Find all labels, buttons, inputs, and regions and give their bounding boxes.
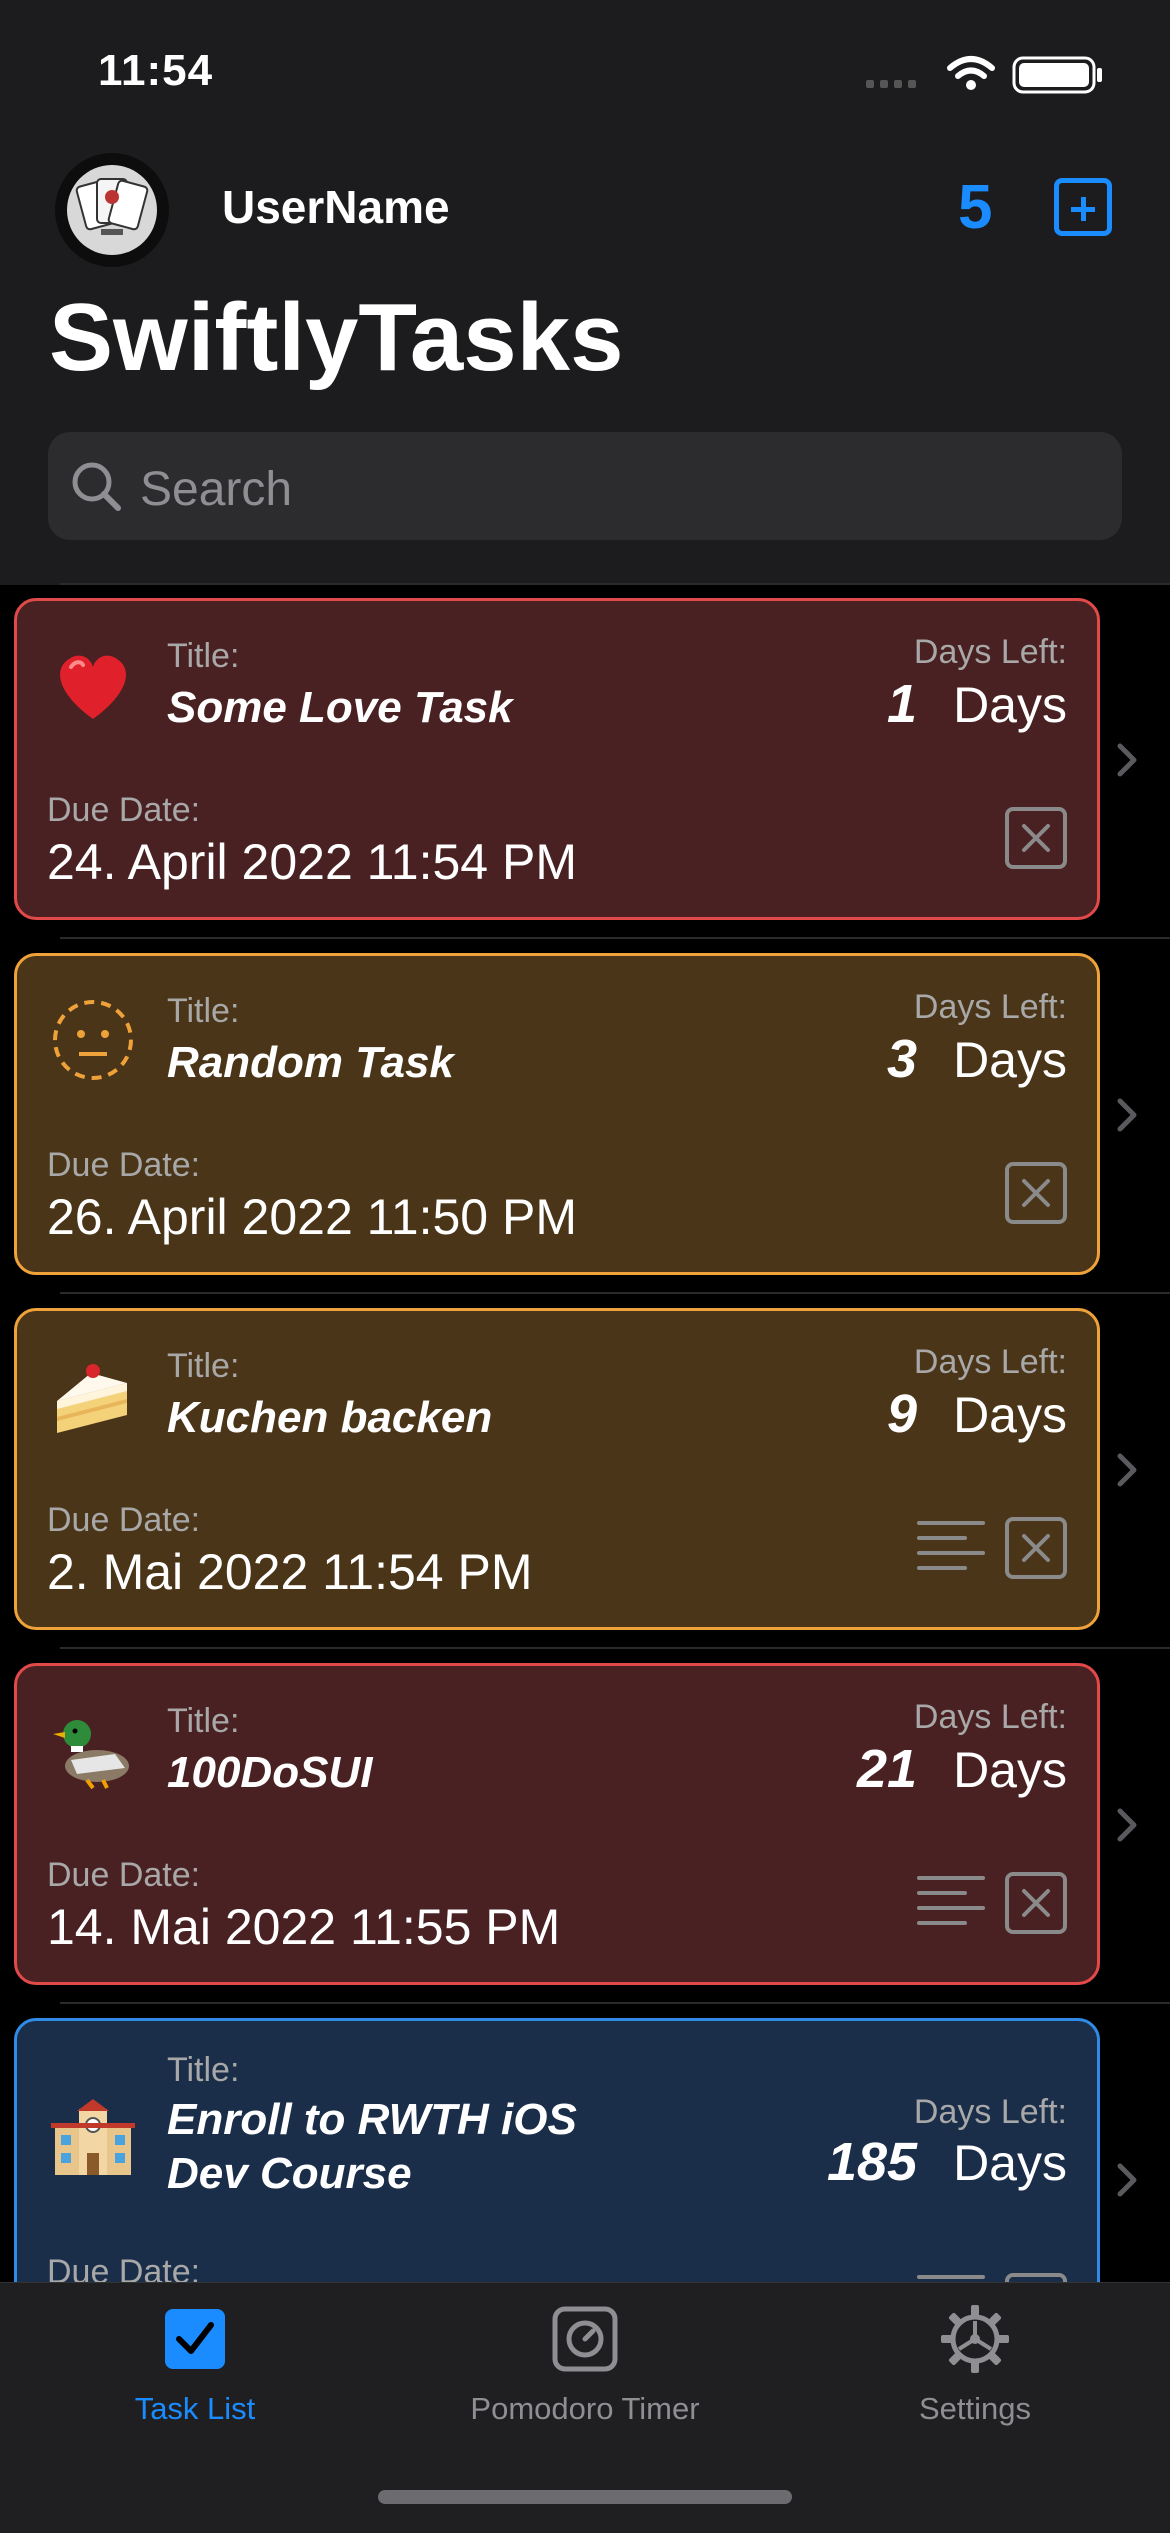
dotted-face-emoji	[53, 1000, 133, 1080]
task-card[interactable]: Title: Some Love Task Days Left: 1 Days Due D…	[14, 598, 1100, 920]
chevron-right-icon[interactable]	[1108, 2160, 1148, 2200]
title-label: Title:	[167, 1702, 240, 1740]
tab-label: Task List	[134, 2391, 256, 2426]
days-left-label: Days Left:	[913, 2093, 1067, 2131]
delete-task-button[interactable]	[1005, 1162, 1067, 1224]
status-icons	[866, 56, 1102, 94]
close-icon	[1022, 1534, 1050, 1562]
tab-label: Pomodoro Timer	[470, 2391, 700, 2426]
due-date-label: Due Date:	[47, 1501, 201, 1539]
title-label: Title:	[167, 2051, 240, 2089]
days-unit: Days	[953, 677, 1067, 733]
cake-emoji	[57, 1364, 127, 1433]
days-left-number: 3	[887, 1029, 918, 1089]
list-separator	[60, 1647, 1170, 1649]
task-title: Kuchen backen	[167, 1393, 493, 1442]
days-left-label: Days Left:	[913, 1343, 1067, 1381]
close-icon	[1022, 1889, 1050, 1917]
gear-icon	[941, 2305, 1009, 2373]
tab-pomodoro-timer[interactable]: Pomodoro Timer	[390, 2283, 780, 2483]
task-title: Some Love Task	[167, 683, 513, 732]
timer-icon	[552, 2306, 618, 2372]
days-left-value: 9 Days	[887, 1383, 1067, 1445]
days-left-value: 3 Days	[887, 1028, 1067, 1090]
task-title: Random Task	[167, 1038, 454, 1087]
add-task-button[interactable]	[1054, 178, 1112, 236]
chevron-right-icon[interactable]	[1108, 1095, 1148, 1135]
list-separator	[60, 937, 1170, 939]
search-placeholder: Search	[140, 463, 293, 516]
days-left-number: 9	[887, 1384, 918, 1444]
days-unit: Days	[953, 1742, 1067, 1798]
days-left-number: 21	[857, 1739, 918, 1799]
chevron-right-icon[interactable]	[1108, 1805, 1148, 1845]
delete-task-button[interactable]	[1005, 1517, 1067, 1579]
due-date-value: 24. April 2022 11:54 PM	[47, 834, 577, 890]
days-left-number: 185	[826, 2132, 918, 2192]
avatar[interactable]	[55, 153, 169, 267]
list-separator	[60, 1292, 1170, 1294]
chevron-right-icon[interactable]	[1108, 1450, 1148, 1490]
school-emoji	[51, 2099, 135, 2175]
task-title: 100DoSUI	[167, 1748, 373, 1797]
title-label: Title:	[167, 1347, 240, 1385]
playing-cards-icon	[75, 178, 149, 235]
due-date-label: Due Date:	[47, 1146, 201, 1184]
title-label: Title:	[167, 637, 240, 675]
delete-task-button[interactable]	[1005, 807, 1067, 869]
days-left-value: 21 Days	[857, 1738, 1067, 1800]
wifi-icon	[947, 56, 995, 79]
page-title: SwiftlyTasks	[49, 284, 624, 391]
tab-label: Settings	[918, 2391, 1031, 2426]
days-left-label: Days Left:	[913, 633, 1067, 671]
days-left-label: Days Left:	[913, 1698, 1067, 1736]
days-unit: Days	[953, 1387, 1067, 1443]
search-field[interactable]: Search	[48, 432, 1122, 540]
home-indicator	[378, 2490, 792, 2504]
list-separator	[60, 583, 1170, 585]
days-left-value: 1 Days	[887, 673, 1067, 735]
notes-icon	[917, 1521, 985, 1570]
close-icon	[1022, 824, 1050, 852]
due-date-value: 26. April 2022 11:50 PM	[47, 1189, 577, 1245]
task-card[interactable]: Title: Random Task Days Left: 3 Days Due Date…	[14, 953, 1100, 1275]
title-label: Title:	[167, 992, 240, 1030]
task-card[interactable]: Title: Kuchen backen Days Left: 9 Days Due Da…	[14, 1308, 1100, 1630]
due-date-label: Due Date:	[47, 791, 201, 829]
due-date-label: Due Date:	[47, 1856, 201, 1894]
heart-emoji	[60, 655, 126, 719]
username: UserName	[222, 181, 450, 233]
due-date-value: 2. Mai 2022 11:54 PM	[47, 1544, 533, 1600]
close-icon	[1022, 1179, 1050, 1207]
task-title: Enroll to RWTH iOS Dev Course	[167, 2095, 577, 2198]
tab-settings[interactable]: Settings	[780, 2283, 1170, 2483]
due-date-value: 14. Mai 2022 11:55 PM	[47, 1899, 561, 1955]
notes-icon	[917, 1876, 985, 1925]
cellular-icon	[866, 80, 916, 88]
days-left-label: Days Left:	[913, 988, 1067, 1026]
search-icon	[72, 462, 121, 511]
days-left-value: 185 Days	[827, 2131, 1067, 2193]
delete-task-button[interactable]	[1005, 1872, 1067, 1934]
days-unit: Days	[953, 2135, 1067, 2191]
duck-emoji	[53, 1720, 129, 1790]
chevron-right-icon[interactable]	[1108, 740, 1148, 780]
tab-task-list[interactable]: Task List	[0, 2283, 390, 2483]
task-card[interactable]: Title: 100DoSUI Days Left: 21 Days Due Date: 1…	[14, 1663, 1100, 1985]
list-separator	[60, 2002, 1170, 2004]
task-count: 5	[958, 173, 993, 242]
days-unit: Days	[953, 1032, 1067, 1088]
checkmark-square-icon	[165, 2309, 225, 2369]
days-left-number: 1	[887, 674, 918, 734]
status-time: 11:54	[98, 46, 214, 95]
battery-icon	[1012, 56, 1102, 94]
